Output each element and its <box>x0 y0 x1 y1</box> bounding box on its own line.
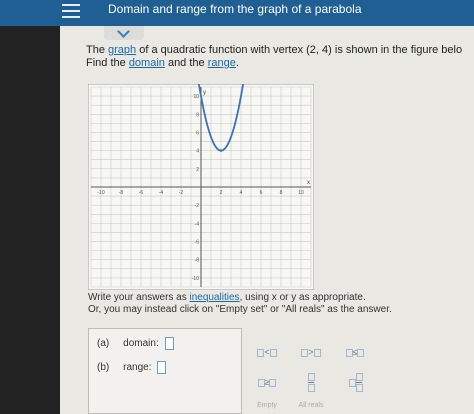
domain-row: (a) domain: <box>97 337 174 350</box>
x-tick-label: 6 <box>260 190 263 196</box>
empty-set-key[interactable]: Empty <box>252 398 282 414</box>
y-tick-label: 4 <box>196 149 199 155</box>
chevron-down-icon <box>117 26 130 38</box>
instructions-line-2: Or, you may instead click on "Empty set"… <box>88 304 392 315</box>
x-tick-label: -10 <box>97 190 104 196</box>
y-tick-label: -10 <box>192 276 199 282</box>
x-tick-label: -4 <box>159 190 164 196</box>
range-row: (b) range: <box>97 361 167 374</box>
problem-line-1: The graph of a quadratic function with v… <box>86 44 463 56</box>
problem-statement: The graph of a quadratic function with v… <box>86 44 474 70</box>
y-tick-label: 8 <box>196 112 199 118</box>
fraction-key[interactable] <box>296 372 326 392</box>
greater-equal-key[interactable]: ≥ <box>252 374 282 390</box>
graph-link[interactable]: graph <box>108 44 136 56</box>
x-tick-label: 8 <box>280 190 283 196</box>
x-tick-label: -6 <box>139 190 144 196</box>
domain-label: domain: <box>123 338 159 350</box>
less-equal-key[interactable]: ≤ <box>340 344 370 360</box>
mixed-number-key[interactable] <box>340 372 370 392</box>
x-tick-label: 4 <box>240 190 243 196</box>
problem-line-2: Find the domain and the range. <box>86 57 239 69</box>
vertex-value: (2, 4) <box>306 44 332 56</box>
y-tick-label: -2 <box>195 203 200 209</box>
domain-input[interactable] <box>164 337 174 350</box>
x-axis-label: x <box>307 180 310 186</box>
range-part-label: (b) <box>97 362 110 374</box>
range-link[interactable]: range <box>208 57 236 69</box>
less-than-key[interactable]: < <box>252 344 282 360</box>
inequalities-link[interactable]: inequalities <box>190 292 240 303</box>
left-margin <box>0 26 60 414</box>
graph-area: x y -10 -8 -6 -4 -2 2 4 6 8 10 10 8 6 4 2 -2 -4 -6 -8 -10 <box>87 65 315 295</box>
answer-panel: (a) domain: (b) range: <box>88 328 242 414</box>
y-tick-label: -4 <box>195 221 200 227</box>
y-tick-label: -8 <box>195 258 200 264</box>
all-reals-key[interactable]: All reals <box>296 398 326 414</box>
y-tick-label: 2 <box>196 167 199 173</box>
domain-link[interactable]: domain <box>129 57 165 69</box>
problem-page: The graph of a quadratic function with v… <box>60 26 474 414</box>
page-title: Domain and range from the graph of a par… <box>108 2 362 16</box>
greater-than-key[interactable]: > <box>296 344 326 360</box>
vertex-point <box>219 149 223 152</box>
y-axis-label: y <box>203 90 206 96</box>
y-tick-label: 10 <box>193 94 199 100</box>
instructions: Write your answers as inequalities, usin… <box>88 292 468 316</box>
x-tick-label: 10 <box>298 190 304 196</box>
range-label: range: <box>123 362 152 374</box>
parabola-graph: x y -10 -8 -6 -4 -2 2 4 6 8 10 10 8 6 4 2 -2 -4 -6 -8 -10 <box>87 65 315 291</box>
range-input[interactable] <box>157 361 167 374</box>
y-tick-label: 6 <box>196 130 199 136</box>
instructions-line-1: Write your answers as inequalities, usin… <box>88 292 366 303</box>
x-tick-label: 2 <box>220 190 223 196</box>
x-tick-label: -2 <box>179 190 184 196</box>
collapse-tab[interactable] <box>104 26 144 40</box>
x-tick-label: -8 <box>119 190 124 196</box>
math-keypad: < > ≤ ≥ Empty All reals <box>252 328 382 414</box>
y-tick-label: -6 <box>195 240 200 246</box>
domain-part-label: (a) <box>97 338 110 350</box>
top-bar: Domain and range from the graph of a par… <box>0 0 474 26</box>
menu-icon[interactable] <box>62 4 80 18</box>
